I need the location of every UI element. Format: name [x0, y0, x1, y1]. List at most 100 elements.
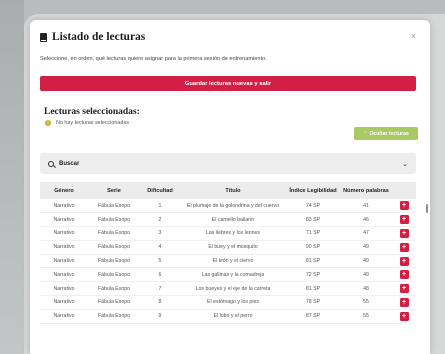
difficulty-cell: 1: [140, 199, 180, 214]
genre-cell: Narrativo: [40, 281, 88, 297]
table-row: Narrativo Fábula Esopo 5 El león y el cierv…: [40, 254, 416, 269]
genre-cell: Narrativo: [40, 226, 88, 241]
readability-cell: 71 SP: [286, 226, 340, 241]
series-cell: Fábula Esopo: [88, 309, 140, 324]
add-reading-button[interactable]: +: [399, 215, 409, 225]
column-header[interactable]: Índice Legibilidad: [286, 182, 340, 199]
modal-title: Listado de lecturas: [52, 31, 146, 43]
title-cell: El buey y el mosquito: [180, 240, 286, 255]
table-row: Narrativo Fábula Esopo 8 El estómago y los …: [40, 295, 416, 310]
close-icon[interactable]: ×: [411, 31, 416, 41]
modal-instructions: Seleccione, en orden, qué lecturas quier…: [40, 56, 267, 62]
add-reading-button[interactable]: +: [399, 284, 409, 294]
hide-readings-label: Ocultar lecturas: [369, 130, 409, 137]
empty-selection-text: No hay lecturas seleccionadas: [56, 120, 130, 126]
search-label: Buscar: [59, 160, 80, 167]
genre-cell: Narrativo: [40, 199, 88, 214]
genre-cell: Narrativo: [40, 212, 88, 228]
column-header[interactable]: Serie: [88, 182, 140, 199]
background-panel: [0, 0, 24, 354]
readability-cell: 90 SP: [286, 240, 340, 255]
column-header[interactable]: Número palabras: [340, 182, 392, 199]
column-header[interactable]: Título: [180, 182, 286, 199]
table-row: Narrativo Fábula Esopo 4 El buey y el mosqu…: [40, 240, 416, 255]
add-reading-button[interactable]: +: [399, 256, 409, 266]
actions-cell: +: [392, 240, 416, 255]
hide-readings-button[interactable]: ⌃ Ocultar lecturas: [354, 127, 418, 140]
table-row: Narrativo Fábula Esopo 3 Las liebres y los …: [40, 226, 416, 241]
save-readings-button[interactable]: Guardar lecturas nuevas y salir: [40, 76, 416, 91]
column-header[interactable]: Género: [40, 182, 88, 199]
series-cell: Fábula Esopo: [88, 199, 140, 214]
readings-table: Género Serie Dificultad Título Índice Le…: [40, 182, 416, 324]
column-header-actions: [392, 182, 416, 199]
genre-cell: Narrativo: [40, 295, 88, 310]
scrollbar-thumb[interactable]: [426, 204, 428, 213]
add-reading-button[interactable]: +: [399, 201, 409, 211]
title-cell: Las gallinas y la comadreja: [180, 267, 286, 283]
readability-cell: 72 SP: [286, 267, 340, 283]
genre-cell: Narrativo: [40, 254, 88, 269]
table-row: Narrativo Fábula Esopo 7 Los bueyes y el ej…: [40, 281, 416, 297]
empty-selection-message: ! No hay lecturas seleccionadas: [45, 120, 129, 126]
readability-cell: 83 SP: [286, 212, 340, 228]
readability-cell: 78 SP: [286, 295, 340, 310]
add-reading-button[interactable]: +: [399, 228, 409, 238]
series-cell: Fábula Esopo: [88, 267, 140, 283]
search-icon: [48, 160, 54, 167]
series-cell: Fábula Esopo: [88, 281, 140, 297]
actions-cell: +: [392, 199, 416, 214]
word-count-cell: 48: [340, 281, 392, 297]
actions-cell: +: [392, 309, 416, 324]
series-cell: Fábula Esopo: [88, 295, 140, 310]
table-row: Narrativo Fábula Esopo 9 El lobo y el perro…: [40, 309, 416, 324]
difficulty-cell: 4: [140, 240, 180, 255]
warning-icon: !: [45, 120, 51, 126]
add-reading-button[interactable]: +: [399, 242, 409, 252]
title-cell: El plumaje de la golondrina y del cuervo: [180, 199, 286, 214]
series-cell: Fábula Esopo: [88, 212, 140, 228]
title-cell: El león y el ciervo: [180, 254, 286, 269]
add-reading-button[interactable]: +: [399, 311, 409, 321]
actions-cell: +: [392, 267, 416, 283]
word-count-cell: 55: [340, 309, 392, 324]
readings-modal: × Listado de lecturas Seleccione, en ord…: [30, 20, 430, 354]
table-row: Narrativo Fábula Esopo 1 El plumaje de la g…: [40, 199, 416, 214]
title-cell: Las liebres y los leones: [180, 226, 286, 241]
title-cell: El camello bailarín: [180, 212, 286, 228]
difficulty-cell: 9: [140, 309, 180, 324]
word-count-cell: 49: [340, 254, 392, 269]
difficulty-cell: 3: [140, 226, 180, 241]
table-row: Narrativo Fábula Esopo 6 Las gallinas y la …: [40, 267, 416, 283]
genre-cell: Narrativo: [40, 240, 88, 255]
selected-readings-title: Lecturas seleccionadas:: [44, 107, 140, 117]
genre-cell: Narrativo: [40, 309, 88, 324]
difficulty-cell: 7: [140, 281, 180, 297]
difficulty-cell: 5: [140, 254, 180, 269]
readability-cell: 81 SP: [286, 254, 340, 269]
genre-cell: Narrativo: [40, 267, 88, 283]
difficulty-cell: 6: [140, 267, 180, 283]
add-reading-button[interactable]: +: [399, 270, 409, 280]
actions-cell: +: [392, 226, 416, 241]
difficulty-cell: 8: [140, 295, 180, 310]
actions-cell: +: [392, 295, 416, 310]
series-cell: Fábula Esopo: [88, 254, 140, 269]
add-reading-button[interactable]: +: [399, 297, 409, 307]
actions-cell: +: [392, 254, 416, 269]
readability-cell: 81 SP: [286, 281, 340, 297]
column-header[interactable]: Dificultad: [140, 182, 180, 199]
table-header-row: Género Serie Dificultad Título Índice Le…: [40, 182, 416, 199]
series-cell: Fábula Esopo: [88, 226, 140, 241]
chevron-down-icon[interactable]: ⌄: [402, 160, 408, 168]
title-cell: El lobo y el perro: [180, 309, 286, 324]
readability-cell: 74 SP: [286, 199, 340, 214]
actions-cell: +: [392, 281, 416, 297]
table-row: Narrativo Fábula Esopo 2 El camello bailarí…: [40, 212, 416, 228]
difficulty-cell: 2: [140, 212, 180, 228]
search-accordion[interactable]: Buscar ⌄: [40, 153, 416, 174]
word-count-cell: 49: [340, 240, 392, 255]
readability-cell: 87 SP: [286, 309, 340, 324]
word-count-cell: 55: [340, 295, 392, 310]
word-count-cell: 41: [340, 199, 392, 214]
